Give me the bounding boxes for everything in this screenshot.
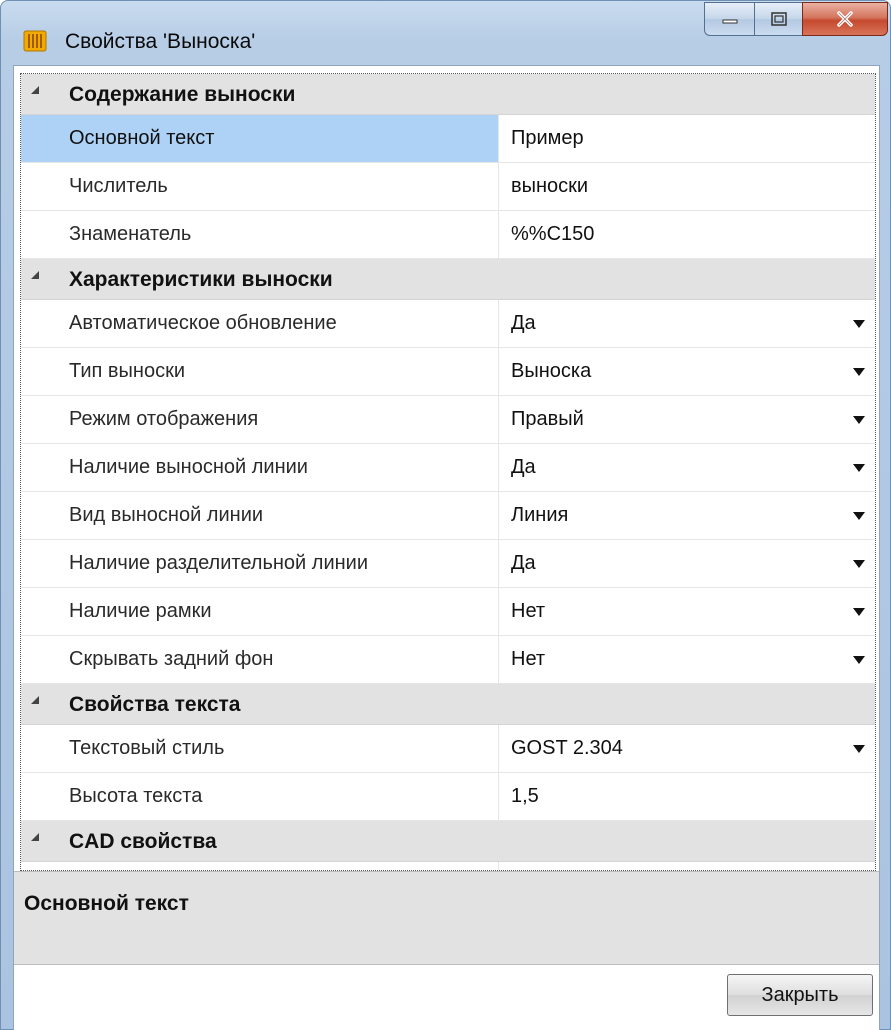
property-value-dropdown[interactable]: Нет	[499, 588, 875, 635]
property-name[interactable]: Числитель	[21, 163, 499, 210]
property-grid: Содержание выноски Основной текст Пример Чи…	[20, 73, 876, 871]
property-value-dropdown[interactable]: Линия	[499, 492, 875, 539]
property-row[interactable]: Знаменатель %%C150	[21, 211, 875, 259]
property-row[interactable]: Наличие выносной линии Да	[21, 444, 875, 492]
category-label: Свойства текста	[69, 693, 241, 716]
dropdown-arrow-icon[interactable]	[853, 416, 865, 424]
property-value: Нет	[511, 600, 546, 622]
category-label: Содержание выноски	[69, 83, 296, 106]
property-name[interactable]: Слой	[21, 862, 499, 870]
property-name[interactable]: Режим отображения	[21, 396, 499, 443]
property-value: Выноска	[511, 360, 592, 382]
property-row[interactable]: Числитель выноски	[21, 163, 875, 211]
property-row[interactable]: Скрывать задний фон Нет	[21, 636, 875, 684]
property-value: Да	[511, 456, 536, 478]
close-button[interactable]: Закрыть	[727, 974, 873, 1016]
property-value: Линия	[511, 504, 569, 526]
property-row[interactable]: Текстовый стиль GOST 2.304	[21, 725, 875, 773]
property-name[interactable]: Тип выноски	[21, 348, 499, 395]
property-row[interactable]: Вид выносной линии Линия	[21, 492, 875, 540]
collapse-triangle-icon[interactable]	[31, 86, 39, 94]
property-value: Да	[511, 552, 536, 574]
close-icon	[837, 11, 853, 27]
property-name[interactable]: Наличие выносной линии	[21, 444, 499, 491]
property-name[interactable]: Высота текста	[21, 773, 499, 820]
minimize-button[interactable]	[704, 2, 754, 36]
category-label: Характеристики выноски	[69, 268, 333, 291]
property-name[interactable]: Автоматическое обновление	[21, 300, 499, 347]
property-row[interactable]: Основной текст Пример	[21, 115, 875, 163]
dropdown-arrow-icon[interactable]	[853, 368, 865, 376]
property-row[interactable]: Режим отображения Правый	[21, 396, 875, 444]
property-row[interactable]: Наличие разделительной линии Да	[21, 540, 875, 588]
property-value-field[interactable]: 1,5	[499, 773, 875, 820]
window-title: Свойства 'Выноска'	[65, 30, 256, 53]
description-title: Основной текст	[24, 892, 189, 915]
property-value-dropdown[interactable]: Правый	[499, 396, 875, 443]
property-row[interactable]: Слой0	[21, 862, 875, 870]
dropdown-arrow-icon[interactable]	[853, 656, 865, 664]
heating-radiator-icon	[23, 30, 47, 52]
property-value-field[interactable]: Пример	[499, 115, 875, 162]
property-value: 1,5	[511, 785, 539, 807]
property-row[interactable]: Тип выноски Выноска	[21, 348, 875, 396]
dropdown-arrow-icon[interactable]	[853, 745, 865, 753]
collapse-triangle-icon[interactable]	[31, 271, 39, 279]
property-value: Нет	[511, 648, 546, 670]
property-value-dropdown[interactable]: 0	[499, 862, 875, 870]
property-value: %%C150	[511, 223, 595, 245]
property-value: GOST 2.304	[511, 737, 623, 759]
property-value: Пример	[511, 127, 584, 149]
property-row[interactable]: Автоматическое обновление Да	[21, 300, 875, 348]
property-value: выноски	[511, 175, 589, 197]
property-value-dropdown[interactable]: Выноска	[499, 348, 875, 395]
dropdown-arrow-icon[interactable]	[853, 320, 865, 328]
dropdown-arrow-icon[interactable]	[853, 608, 865, 616]
property-name[interactable]: Наличие разделительной линии	[21, 540, 499, 587]
dialog-client-area: Содержание выноски Основной текст Пример Чи…	[13, 65, 880, 1030]
properties-window: Свойства 'Выноска' Содержание выноски Ос…	[0, 0, 891, 1030]
caption-buttons	[704, 2, 888, 36]
category-header[interactable]: Свойства текста	[21, 684, 875, 725]
dropdown-arrow-icon[interactable]	[853, 560, 865, 568]
category-label: CAD свойства	[69, 830, 217, 853]
collapse-triangle-icon[interactable]	[31, 833, 39, 841]
property-value-dropdown[interactable]: GOST 2.304	[499, 725, 875, 772]
title-bar[interactable]: Свойства 'Выноска'	[1, 1, 890, 57]
property-name[interactable]: Основной текст	[21, 115, 499, 162]
property-value: Да	[511, 312, 536, 334]
close-window-button[interactable]	[802, 2, 888, 36]
description-panel: Основной текст	[14, 871, 879, 965]
category-header[interactable]: Содержание выноски	[21, 74, 875, 115]
property-row[interactable]: Наличие рамки Нет	[21, 588, 875, 636]
dropdown-arrow-icon[interactable]	[853, 512, 865, 520]
property-name[interactable]: Знаменатель	[21, 211, 499, 258]
property-value-dropdown[interactable]: Да	[499, 300, 875, 347]
category-header[interactable]: CAD свойства	[21, 821, 875, 862]
property-value-dropdown[interactable]: Нет	[499, 636, 875, 683]
property-name[interactable]: Скрывать задний фон	[21, 636, 499, 683]
property-name[interactable]: Наличие рамки	[21, 588, 499, 635]
category-header[interactable]: Характеристики выноски	[21, 259, 875, 300]
property-value-field[interactable]: выноски	[499, 163, 875, 210]
maximize-icon	[770, 12, 787, 26]
dropdown-arrow-icon[interactable]	[853, 464, 865, 472]
property-row[interactable]: Высота текста 1,5	[21, 773, 875, 821]
minimize-icon	[722, 19, 737, 24]
property-name[interactable]: Вид выносной линии	[21, 492, 499, 539]
property-value-dropdown[interactable]: Да	[499, 444, 875, 491]
property-name[interactable]: Текстовый стиль	[21, 725, 499, 772]
property-value-dropdown[interactable]: Да	[499, 540, 875, 587]
property-value-field[interactable]: %%C150	[499, 211, 875, 258]
collapse-triangle-icon[interactable]	[31, 696, 39, 704]
maximize-button[interactable]	[754, 2, 802, 36]
property-value: Правый	[511, 408, 584, 430]
